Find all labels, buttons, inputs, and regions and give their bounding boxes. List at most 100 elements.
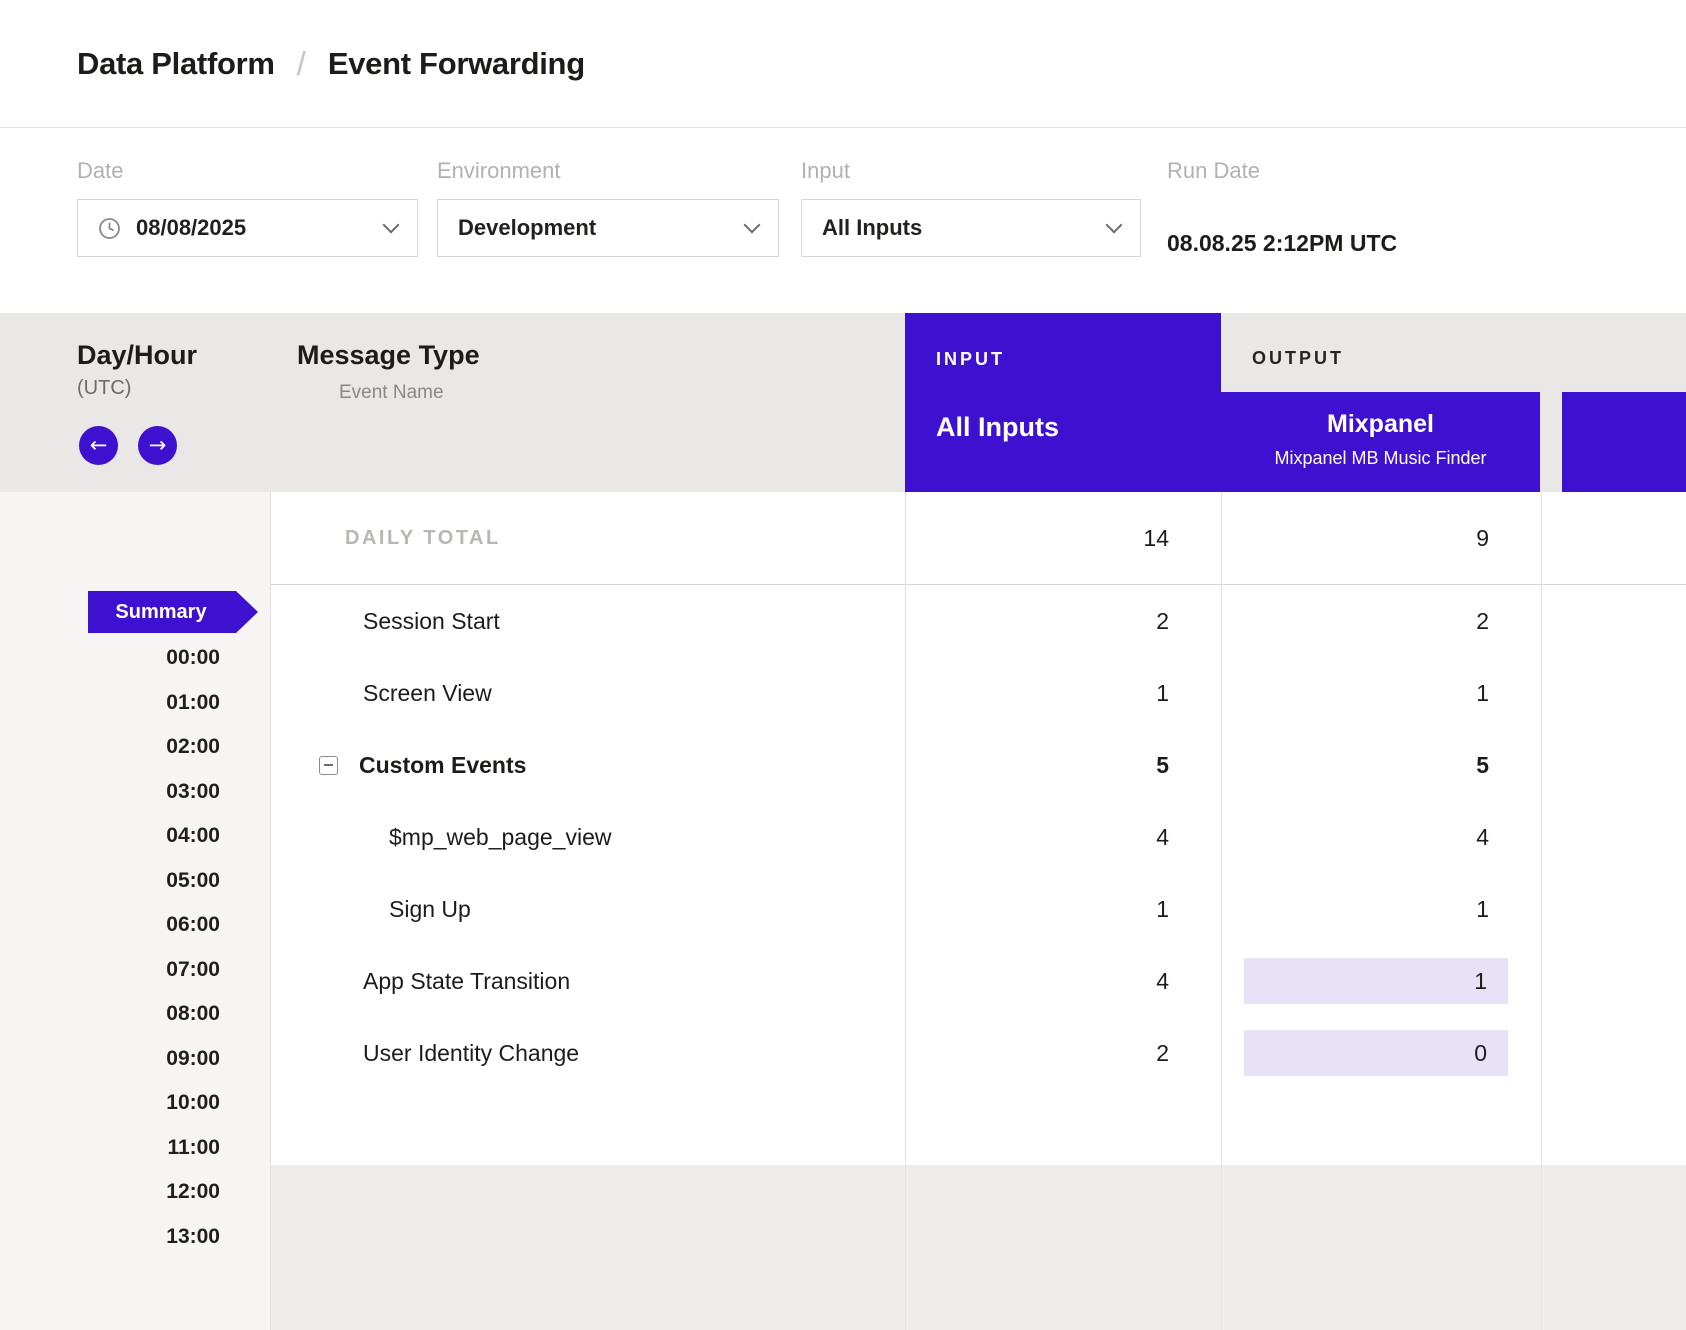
event-name: Custom Events [271,752,905,779]
output-column-next-partial[interactable] [1562,392,1686,492]
column-divider [1221,492,1222,1330]
day-hour-title: Day/Hour [77,340,197,371]
run-date-value: 08.08.25 2:12PM UTC [1167,214,1397,272]
date-dropdown[interactable]: 08/08/2025 [77,199,418,257]
hour-item[interactable]: 13:00 [166,1215,220,1260]
hour-item[interactable]: 11:00 [167,1126,220,1171]
hour-item[interactable]: 08:00 [166,992,220,1037]
output-count: 1 [1221,896,1541,923]
hour-item[interactable]: 03:00 [166,770,220,815]
hour-item[interactable]: 09:00 [166,1037,220,1082]
input-count: 5 [905,752,1221,779]
table-footer-area [271,1165,1686,1330]
table-row: Screen View 1 1 [271,657,1686,729]
table-row: App State Transition 4 1 [271,945,1686,1017]
next-day-button[interactable]: → [138,426,177,465]
hour-list: 00:00 01:00 02:00 03:00 04:00 05:00 06:0… [166,636,220,1330]
output-count: 4 [1221,824,1541,851]
breadcrumb-data-platform[interactable]: Data Platform [77,46,275,82]
daily-total-label: DAILY TOTAL [271,527,905,550]
highlighted-output-count: 0 [1244,1030,1508,1076]
hour-item[interactable]: 06:00 [166,903,220,948]
input-count: 2 [905,608,1221,635]
input-column-label: INPUT [936,349,1221,370]
hour-item[interactable]: 01:00 [166,681,220,726]
day-hour-header: Day/Hour (UTC) [77,340,197,400]
event-name: Sign Up [271,896,905,923]
column-divider [905,492,906,1330]
date-filter-label: Date [77,158,437,184]
input-filter-label: Input [801,158,1167,184]
environment-value: Development [458,215,596,241]
run-date-label: Run Date [1167,158,1397,184]
environment-filter-label: Environment [437,158,801,184]
date-value: 08/08/2025 [136,215,246,241]
event-name: Session Start [271,608,905,635]
column-divider [1541,492,1542,1330]
event-name-subtitle: Event Name [339,382,480,404]
event-name: User Identity Change [271,1040,905,1067]
input-dropdown[interactable]: All Inputs [801,199,1141,257]
table-body: Summary 00:00 01:00 02:00 03:00 04:00 05… [0,492,1686,1330]
output-count: 2 [1221,608,1541,635]
hour-item[interactable]: 02:00 [166,725,220,770]
output-subtitle: Mixpanel MB Music Finder [1221,448,1540,469]
day-nav: ← → [79,426,177,465]
run-date: Run Date 08.08.25 2:12PM UTC [1167,158,1397,313]
event-name: Screen View [271,680,905,707]
table-grid: DAILY TOTAL 14 9 Session Start 2 2 Scree… [270,492,1686,1330]
table-row: User Identity Change 2 0 [271,1017,1686,1089]
summary-badge[interactable]: Summary [88,591,258,633]
hour-item[interactable]: 04:00 [166,814,220,859]
collapse-icon[interactable] [319,756,338,775]
output-name: Mixpanel [1221,410,1540,439]
input-filter: Input All Inputs [801,158,1167,313]
output-count: 5 [1221,752,1541,779]
event-name: $mp_web_page_view [271,824,905,851]
table-row: $mp_web_page_view 4 4 [271,801,1686,873]
input-count: 1 [905,896,1221,923]
filter-bar: Date 08/08/2025 Environment Development … [0,128,1686,313]
date-filter: Date 08/08/2025 [77,158,437,313]
table-row: Sign Up 1 1 [271,873,1686,945]
environment-dropdown[interactable]: Development [437,199,779,257]
output-count: 1 [1221,680,1541,707]
hour-item[interactable]: 10:00 [166,1081,220,1126]
clock-icon [98,217,121,240]
hour-item[interactable]: 12:00 [166,1170,220,1215]
event-rows: Session Start 2 2 Screen View 1 1 Custom… [271,585,1686,1089]
chevron-down-icon [744,217,761,234]
input-count: 4 [905,968,1221,995]
daily-total-row: DAILY TOTAL 14 9 [271,492,1686,585]
output-column-mixpanel[interactable]: Mixpanel Mixpanel MB Music Finder [1221,392,1540,492]
hour-item[interactable]: 00:00 [166,636,220,681]
highlighted-output-count: 1 [1244,958,1508,1004]
daily-total-output: 9 [1221,525,1541,552]
message-type-title: Message Type [297,340,480,371]
hour-item[interactable]: 07:00 [166,948,220,993]
breadcrumb: Data Platform / Event Forwarding [0,0,1686,128]
daily-total-input: 14 [905,525,1221,552]
table-header: Day/Hour (UTC) ← → Message Type Event Na… [0,313,1686,492]
output-count-cell: 1 [1221,958,1541,1004]
day-hour-sidebar: Summary 00:00 01:00 02:00 03:00 04:00 05… [0,492,270,1330]
message-type-header: Message Type Event Name [297,340,480,404]
chevron-down-icon [383,217,400,234]
environment-filter: Environment Development [437,158,801,313]
input-column-header[interactable]: INPUT All Inputs [905,313,1221,492]
page-title: Event Forwarding [328,46,585,82]
event-name: App State Transition [271,968,905,995]
input-count: 1 [905,680,1221,707]
breadcrumb-separator: / [297,45,306,83]
prev-day-button[interactable]: ← [79,426,118,465]
day-hour-subtitle: (UTC) [77,377,197,400]
hour-item[interactable]: 05:00 [166,859,220,904]
input-count: 4 [905,824,1221,851]
output-count-cell: 0 [1221,1030,1541,1076]
event-name-label: Custom Events [359,752,526,779]
output-section-label: OUTPUT [1252,348,1344,369]
input-count: 2 [905,1040,1221,1067]
input-column-value: All Inputs [936,412,1221,443]
table-row: Session Start 2 2 [271,585,1686,657]
table-row-custom-events: Custom Events 5 5 [271,729,1686,801]
